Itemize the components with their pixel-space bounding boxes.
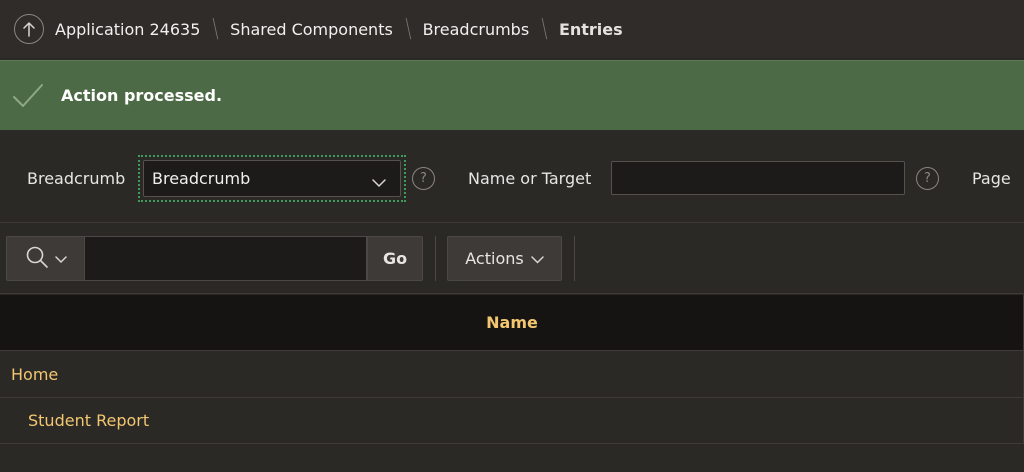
- filter-region: Breadcrumb Breadcrumb ? Name or Target ?…: [0, 131, 1024, 223]
- row-link-student-report[interactable]: Student Report: [28, 411, 149, 430]
- chevron-down-icon: [530, 249, 544, 268]
- help-icon[interactable]: ?: [412, 167, 435, 190]
- table-row: Home: [0, 352, 1024, 398]
- chevron-down-icon: [54, 249, 67, 268]
- name-target-label: Name or Target: [468, 169, 592, 188]
- column-header-name[interactable]: Name: [486, 313, 538, 332]
- table-header: Name: [0, 295, 1024, 351]
- page-filter-label: Page: [972, 169, 1011, 188]
- success-banner: Action processed.: [0, 60, 1024, 130]
- toolbar-divider: [574, 236, 575, 281]
- breadcrumb-select-value: Breadcrumb: [152, 169, 251, 188]
- report-toolbar: Go Actions: [0, 224, 1024, 294]
- search-input[interactable]: [85, 236, 367, 281]
- breadcrumb-shared-components[interactable]: Shared Components: [230, 20, 393, 39]
- breadcrumb-current: Entries: [558, 19, 623, 39]
- row-link-home[interactable]: Home: [11, 365, 58, 384]
- success-message: Action processed.: [61, 86, 223, 105]
- breadcrumb-application[interactable]: Application 24635: [55, 20, 200, 39]
- breadcrumb-separator: \: [541, 14, 548, 44]
- chevron-down-icon: [372, 173, 386, 192]
- name-target-input[interactable]: [611, 161, 905, 195]
- help-icon[interactable]: ?: [916, 167, 939, 190]
- arrow-up-icon[interactable]: [14, 14, 44, 44]
- breadcrumb-select[interactable]: Breadcrumb: [143, 160, 401, 197]
- breadcrumb: Application 24635 \ Shared Components \ …: [0, 0, 1024, 58]
- search-icon: [25, 245, 49, 273]
- checkmark-icon: [12, 83, 44, 113]
- breadcrumb-separator: \: [405, 14, 412, 44]
- breadcrumb-select-focus: Breadcrumb: [138, 155, 406, 202]
- toolbar-divider: [435, 236, 436, 281]
- actions-label: Actions: [465, 249, 524, 268]
- go-button[interactable]: Go: [367, 236, 423, 281]
- breadcrumb-filter-label: Breadcrumb: [27, 169, 126, 188]
- breadcrumb-breadcrumbs[interactable]: Breadcrumbs: [423, 20, 530, 39]
- actions-menu-button[interactable]: Actions: [447, 236, 562, 281]
- search-column-button[interactable]: [6, 236, 85, 281]
- breadcrumb-separator: \: [212, 14, 219, 44]
- table-row: Student Report: [0, 398, 1024, 444]
